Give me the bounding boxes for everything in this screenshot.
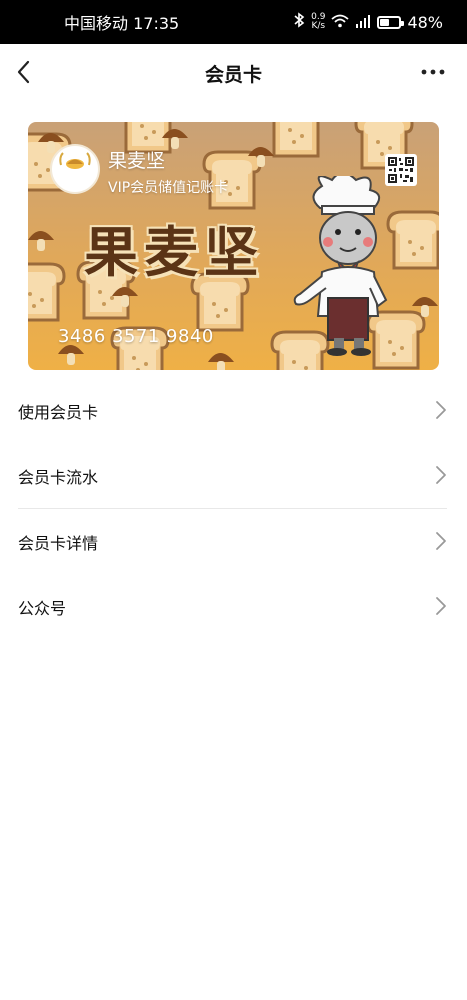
- battery-icon: [377, 15, 405, 29]
- menu-item-label: 使用会员卡: [18, 402, 99, 422]
- nav-bar: 会员卡: [0, 44, 467, 102]
- page-title: 会员卡: [204, 63, 262, 86]
- chevron-right-icon: [436, 532, 446, 550]
- card-brand-name: 果麦坚: [108, 150, 166, 172]
- back-button[interactable]: [12, 58, 40, 86]
- chevron-right-icon: [436, 597, 446, 615]
- status-right: 0.9 K/s 48%: [293, 12, 443, 32]
- menu-item-official-account[interactable]: 公众号: [0, 574, 467, 639]
- chevron-right-icon: [436, 466, 446, 484]
- card-type-label: VIP会员储值记账卡: [108, 180, 229, 196]
- chevron-right-icon: [436, 401, 446, 419]
- card-number: 3486 3571 9840: [58, 326, 214, 347]
- card-brand-title: 果麦坚: [84, 220, 264, 284]
- status-left: 中国移动 17:35: [64, 10, 179, 34]
- battery-fill: [380, 18, 390, 26]
- wifi-icon: [331, 13, 350, 32]
- brand-logo-icon: [59, 152, 91, 184]
- card-menu-list: 使用会员卡 会员卡流水 会员卡详情 公众号: [0, 378, 467, 639]
- menu-item-use-card[interactable]: 使用会员卡: [0, 378, 467, 443]
- battery-percent: 48%: [407, 12, 443, 32]
- carrier-time: 中国移动 17:35: [64, 14, 180, 33]
- chevron-left-icon: [17, 60, 30, 84]
- bluetooth-icon: [293, 12, 305, 32]
- status-bar: 中国移动 17:35 0.9 K/s 48%: [0, 0, 467, 44]
- chef-illustration: [293, 176, 388, 356]
- menu-item-label: 会员卡流水: [18, 467, 99, 487]
- brand-logo: [50, 144, 100, 194]
- menu-item-label: 会员卡详情: [18, 533, 99, 553]
- more-horizontal-icon: [421, 69, 445, 75]
- menu-item-card-details[interactable]: 会员卡详情: [0, 509, 467, 574]
- signal-icon: [355, 13, 371, 32]
- more-button[interactable]: [419, 58, 447, 86]
- menu-item-label: 公众号: [18, 598, 67, 618]
- membership-card[interactable]: 果麦坚 VIP会员储值记账卡 果麦坚 3486 3571 9840: [28, 122, 439, 370]
- network-speed: 0.9 K/s: [311, 13, 325, 31]
- network-speed-unit: K/s: [311, 21, 326, 31]
- menu-item-card-transactions[interactable]: 会员卡流水: [0, 443, 467, 508]
